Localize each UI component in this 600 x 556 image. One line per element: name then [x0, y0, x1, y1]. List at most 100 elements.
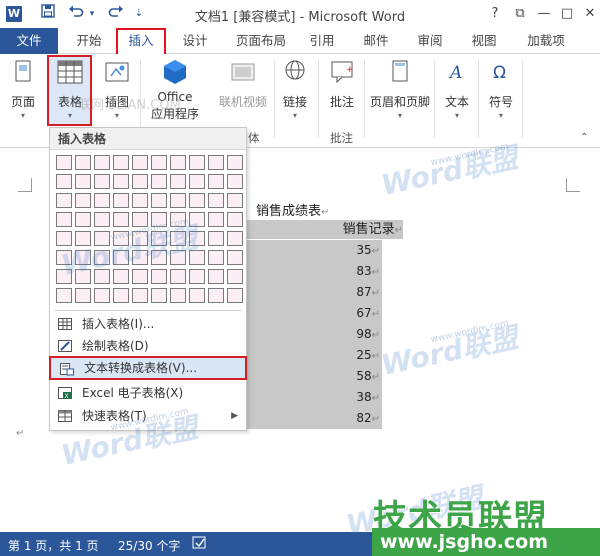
tab-references[interactable]: 引用	[302, 28, 342, 54]
table-grid-cell[interactable]	[170, 250, 186, 265]
table-grid-cell[interactable]	[208, 288, 224, 303]
table-grid-cell[interactable]	[132, 250, 148, 265]
table-grid-cell[interactable]	[151, 193, 167, 208]
table-grid-cell[interactable]	[170, 288, 186, 303]
status-page-count[interactable]: 第 1 页，共 1 页	[8, 537, 99, 554]
table-grid-cell[interactable]	[189, 288, 205, 303]
tab-addins[interactable]: 加载项	[518, 28, 574, 54]
table-grid-cell[interactable]	[132, 212, 148, 227]
menu-quick-tables[interactable]: 快速表格(T) ▶	[50, 405, 246, 427]
online-video-button[interactable]: 联机视频	[218, 58, 268, 110]
table-grid-cell[interactable]	[151, 250, 167, 265]
table-grid-cell[interactable]	[151, 174, 167, 189]
table-grid-cell[interactable]	[132, 231, 148, 246]
table-grid-cell[interactable]	[75, 193, 91, 208]
tab-home[interactable]: 开始	[66, 28, 112, 54]
table-grid-cell[interactable]	[113, 212, 129, 227]
table-grid-cell[interactable]	[189, 250, 205, 265]
table-grid-cell[interactable]	[94, 174, 110, 189]
table-grid-cell[interactable]	[113, 231, 129, 246]
table-button[interactable]: 表格 ▾	[48, 58, 92, 120]
table-grid-cell[interactable]	[151, 288, 167, 303]
tab-design[interactable]: 设计	[172, 28, 218, 54]
table-grid-cell[interactable]	[208, 174, 224, 189]
table-grid-cell[interactable]	[208, 212, 224, 227]
tab-insert[interactable]: 插入	[116, 28, 166, 54]
table-grid-cell[interactable]	[170, 155, 186, 170]
table-grid-cell[interactable]	[189, 174, 205, 189]
table-grid-cell[interactable]	[227, 155, 243, 170]
table-grid-cell[interactable]	[56, 250, 72, 265]
table-grid-cell[interactable]	[113, 269, 129, 284]
table-grid-cell[interactable]	[113, 174, 129, 189]
menu-draw-table[interactable]: 绘制表格(D)	[50, 335, 246, 357]
table-grid-cell[interactable]	[132, 174, 148, 189]
table-grid-cell[interactable]	[132, 288, 148, 303]
status-word-count[interactable]: 25/30 个字	[118, 537, 180, 554]
ribbon-display-options-button[interactable]: ⧉	[508, 3, 532, 25]
table-grid-cell[interactable]	[94, 250, 110, 265]
table-grid-cell[interactable]	[113, 193, 129, 208]
table-grid-cell[interactable]	[75, 174, 91, 189]
menu-convert-text-to-table[interactable]: 文本转换成表格(V)...	[49, 356, 247, 380]
table-grid-cell[interactable]	[94, 269, 110, 284]
table-grid-cell[interactable]	[94, 212, 110, 227]
table-grid-cell[interactable]	[113, 250, 129, 265]
table-grid-cell[interactable]	[189, 193, 205, 208]
table-grid-cell[interactable]	[189, 269, 205, 284]
table-grid-cell[interactable]	[132, 155, 148, 170]
collapse-ribbon-icon[interactable]: ⌃	[580, 132, 588, 143]
tab-mailings[interactable]: 邮件	[356, 28, 396, 54]
table-grid-cell[interactable]	[75, 250, 91, 265]
table-grid-cell[interactable]	[170, 231, 186, 246]
table-grid-cell[interactable]	[94, 231, 110, 246]
office-apps-button[interactable]: Office 应用程序	[143, 58, 207, 122]
symbols-button[interactable]: Ω 符号 ▾	[484, 58, 518, 120]
header-footer-button[interactable]: 页眉和页脚 ▾	[368, 58, 432, 120]
table-grid-cell[interactable]	[170, 193, 186, 208]
illustrations-button[interactable]: 插图 ▾	[100, 58, 134, 120]
table-grid-cell[interactable]	[189, 231, 205, 246]
tab-view[interactable]: 视图	[464, 28, 504, 54]
table-grid-cell[interactable]	[75, 269, 91, 284]
table-grid-cell[interactable]	[227, 193, 243, 208]
table-grid-cell[interactable]	[189, 155, 205, 170]
table-grid-cell[interactable]	[75, 231, 91, 246]
table-grid-cell[interactable]	[75, 155, 91, 170]
help-button[interactable]: ?	[483, 3, 507, 25]
tab-review[interactable]: 审阅	[410, 28, 450, 54]
table-grid-cell[interactable]	[113, 288, 129, 303]
text-button[interactable]: A 文本 ▾	[440, 58, 474, 120]
close-button[interactable]: ✕	[578, 3, 600, 25]
table-grid-cell[interactable]	[132, 193, 148, 208]
table-grid-cell[interactable]	[208, 193, 224, 208]
menu-excel-spreadsheet[interactable]: X Excel 电子表格(X)	[50, 382, 246, 404]
table-grid-cell[interactable]	[151, 269, 167, 284]
table-grid-cell[interactable]	[56, 269, 72, 284]
table-grid-cell[interactable]	[170, 174, 186, 189]
table-grid-cell[interactable]	[75, 212, 91, 227]
table-grid-cell[interactable]	[151, 212, 167, 227]
table-grid-cell[interactable]	[56, 193, 72, 208]
table-grid-cell[interactable]	[227, 174, 243, 189]
table-grid-cell[interactable]	[94, 193, 110, 208]
proofing-icon[interactable]	[192, 536, 208, 553]
table-grid-cell[interactable]	[75, 288, 91, 303]
table-grid-cell[interactable]	[56, 288, 72, 303]
table-grid-cell[interactable]	[170, 212, 186, 227]
links-button[interactable]: 链接 ▾	[280, 58, 310, 120]
table-grid-cell[interactable]	[113, 155, 129, 170]
table-grid-cell[interactable]	[132, 269, 148, 284]
table-grid-cell[interactable]	[189, 212, 205, 227]
table-grid-cell[interactable]	[227, 212, 243, 227]
table-grid-cell[interactable]	[208, 269, 224, 284]
table-grid-cell[interactable]	[227, 250, 243, 265]
table-grid-cell[interactable]	[208, 155, 224, 170]
minimize-button[interactable]: —	[532, 3, 556, 25]
table-grid-cell[interactable]	[151, 231, 167, 246]
table-grid-cell[interactable]	[56, 174, 72, 189]
table-grid-cell[interactable]	[56, 155, 72, 170]
table-grid-cell[interactable]	[151, 155, 167, 170]
table-grid-cell[interactable]	[208, 250, 224, 265]
tab-page-layout[interactable]: 页面布局	[228, 28, 294, 54]
